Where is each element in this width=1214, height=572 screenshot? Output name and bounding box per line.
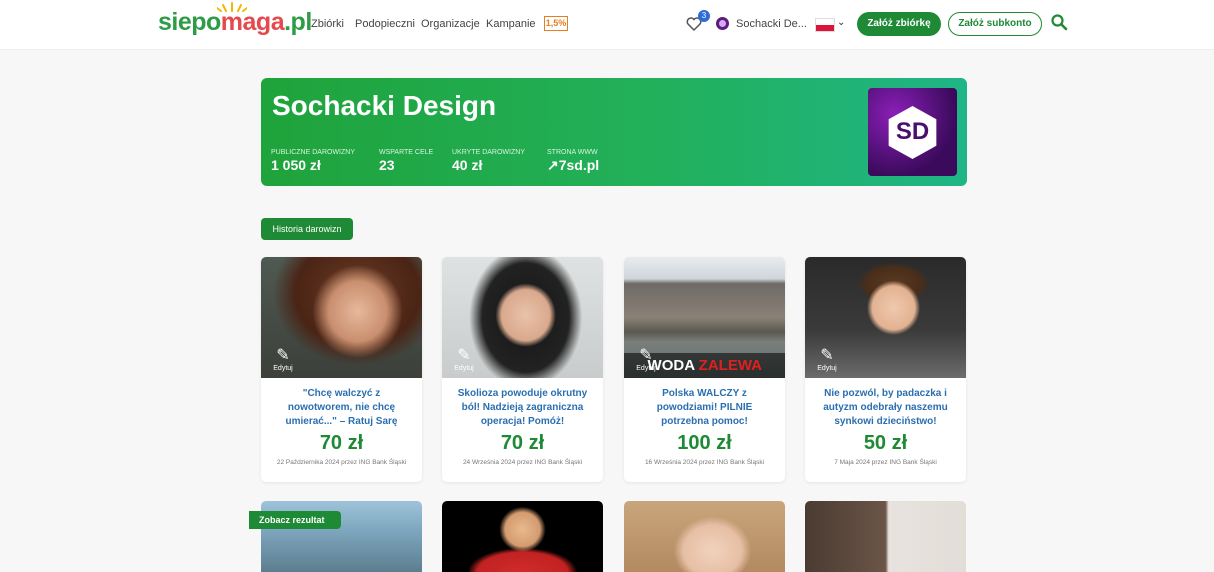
stat-value: 40 zł (452, 157, 483, 173)
organization-name: Sochacki Design (272, 90, 497, 121)
overlay-word-red: ZALEWA (698, 357, 762, 374)
logo-monogram: SD (895, 118, 930, 145)
organization-banner: Sochacki Design PUBLICZNE DAROWIZNY 1 05… (261, 78, 967, 186)
nav-link-kampanie[interactable]: Kampanie (486, 18, 536, 30)
donation-card-photo[interactable] (624, 501, 785, 572)
donation-card[interactable]: ✎ Edytuj Nie pozwól, by padaczka i autyzm… (805, 257, 966, 482)
edit-button[interactable]: ✎ Edytuj (269, 347, 297, 375)
user-avatar[interactable] (716, 17, 729, 30)
donation-card[interactable]: WODA ZALEWA MIASTA! ✎ Edytuj Polska WALCZ… (624, 257, 785, 482)
website-url: 7sd.pl (558, 157, 600, 173)
donation-card[interactable]: ✎ Edytuj "Chcę walczyć z nowotworem, nie … (261, 257, 422, 482)
card-meta: 24 Września 2024 przez ING Bank Śląski (462, 459, 583, 466)
tab-donation-history[interactable]: Historia darowizn (261, 218, 353, 240)
card-title[interactable]: "Chcę walczyć z nowotworem, nie chcę umi… (271, 387, 412, 429)
site-logo[interactable]: siepomaga.pl (158, 2, 312, 37)
donation-card-photo[interactable] (805, 501, 966, 572)
stat-value: 1 050 zł (271, 157, 321, 173)
donation-card-photo[interactable] (442, 501, 603, 572)
nav-link-organizacje[interactable]: Organizacje (421, 18, 480, 30)
stat-label: PUBLICZNE DAROWIZNY (271, 149, 356, 156)
polish-flag-icon[interactable] (815, 18, 835, 32)
stat-label: WSPARTE CELE (379, 149, 434, 156)
card-title[interactable]: Polska WALCZY z powodziami! PILNIE potrz… (634, 387, 775, 429)
user-name[interactable]: Sochacki De... (736, 18, 807, 30)
nav-link-podopieczni[interactable]: Podopieczni (355, 18, 415, 30)
logo-text-part2: maga (220, 8, 285, 36)
edit-label: Edytuj (454, 365, 474, 372)
edit-button[interactable]: ✎ Edytuj (450, 347, 478, 375)
card-amount: 70 zł (500, 432, 545, 454)
edit-icon: ✎ (820, 347, 834, 364)
card-title[interactable]: Nie pozwól, by padaczka i autyzm odebrał… (815, 387, 956, 429)
tax-percent-badge[interactable]: 1,5% (544, 16, 568, 31)
logo-text-part1: siepo (158, 8, 221, 36)
create-fundraiser-button[interactable]: Załóż zbiórkę (857, 12, 941, 36)
stat-supported-causes: WSPARTE CELE 23 (379, 149, 433, 173)
card-meta: 16 Września 2024 przez ING Bank Śląski (644, 459, 765, 466)
card-meta: 22 Października 2024 przez ING Bank Śląs… (276, 459, 407, 466)
stat-hidden-donations: UKRYTE DAROWIZNY 40 zł (452, 149, 525, 173)
card-amount: 70 zł (319, 432, 364, 454)
notifications-count-badge: 3 (698, 10, 710, 22)
search-icon[interactable] (1050, 13, 1068, 31)
top-navigation-bar: siepomaga.pl Zbiórki Podopieczni Organiz… (0, 0, 1214, 50)
card-amount: 100 zł (677, 432, 732, 454)
edit-icon: ✎ (276, 347, 290, 364)
edit-icon: ✎ (457, 347, 471, 364)
card-amount: 50 zł (863, 432, 908, 454)
create-subaccount-button[interactable]: Załóż subkonto (948, 12, 1042, 36)
chevron-down-icon[interactable]: ⌄ (837, 17, 845, 28)
edit-button[interactable]: ✎ Edytuj (632, 347, 660, 375)
stat-public-donations: PUBLICZNE DAROWIZNY 1 050 zł (271, 149, 355, 173)
stat-label: STRONA WWW (547, 149, 598, 156)
card-title[interactable]: Skolioza powoduje okrutny ból! Nadzieją … (452, 387, 593, 429)
organization-logo: SD (868, 88, 957, 176)
edit-icon: ✎ (639, 347, 653, 364)
donation-card[interactable]: ✎ Edytuj Skolioza powoduje okrutny ból! N… (442, 257, 603, 482)
stat-website[interactable]: STRONA WWW ↗7sd.pl (547, 149, 599, 174)
card-meta: 7 Maja 2024 przez ING Bank Śląski (834, 459, 937, 466)
sun-rays-icon (217, 2, 247, 12)
edit-label: Edytuj (817, 365, 837, 372)
stat-label: UKRYTE DAROWIZNY (452, 149, 525, 156)
stat-value: 23 (379, 157, 395, 173)
see-result-ribbon[interactable]: Zobacz rezultat (249, 511, 341, 529)
logo-text-part3: .pl (284, 8, 312, 36)
edit-button[interactable]: ✎ Edytuj (813, 347, 841, 375)
nav-link-zbiorki[interactable]: Zbiórki (311, 18, 344, 30)
external-link-icon: ↗ (547, 157, 559, 173)
edit-label: Edytuj (273, 365, 293, 372)
website-link[interactable]: ↗7sd.pl (547, 157, 599, 174)
edit-label: Edytuj (636, 365, 656, 372)
